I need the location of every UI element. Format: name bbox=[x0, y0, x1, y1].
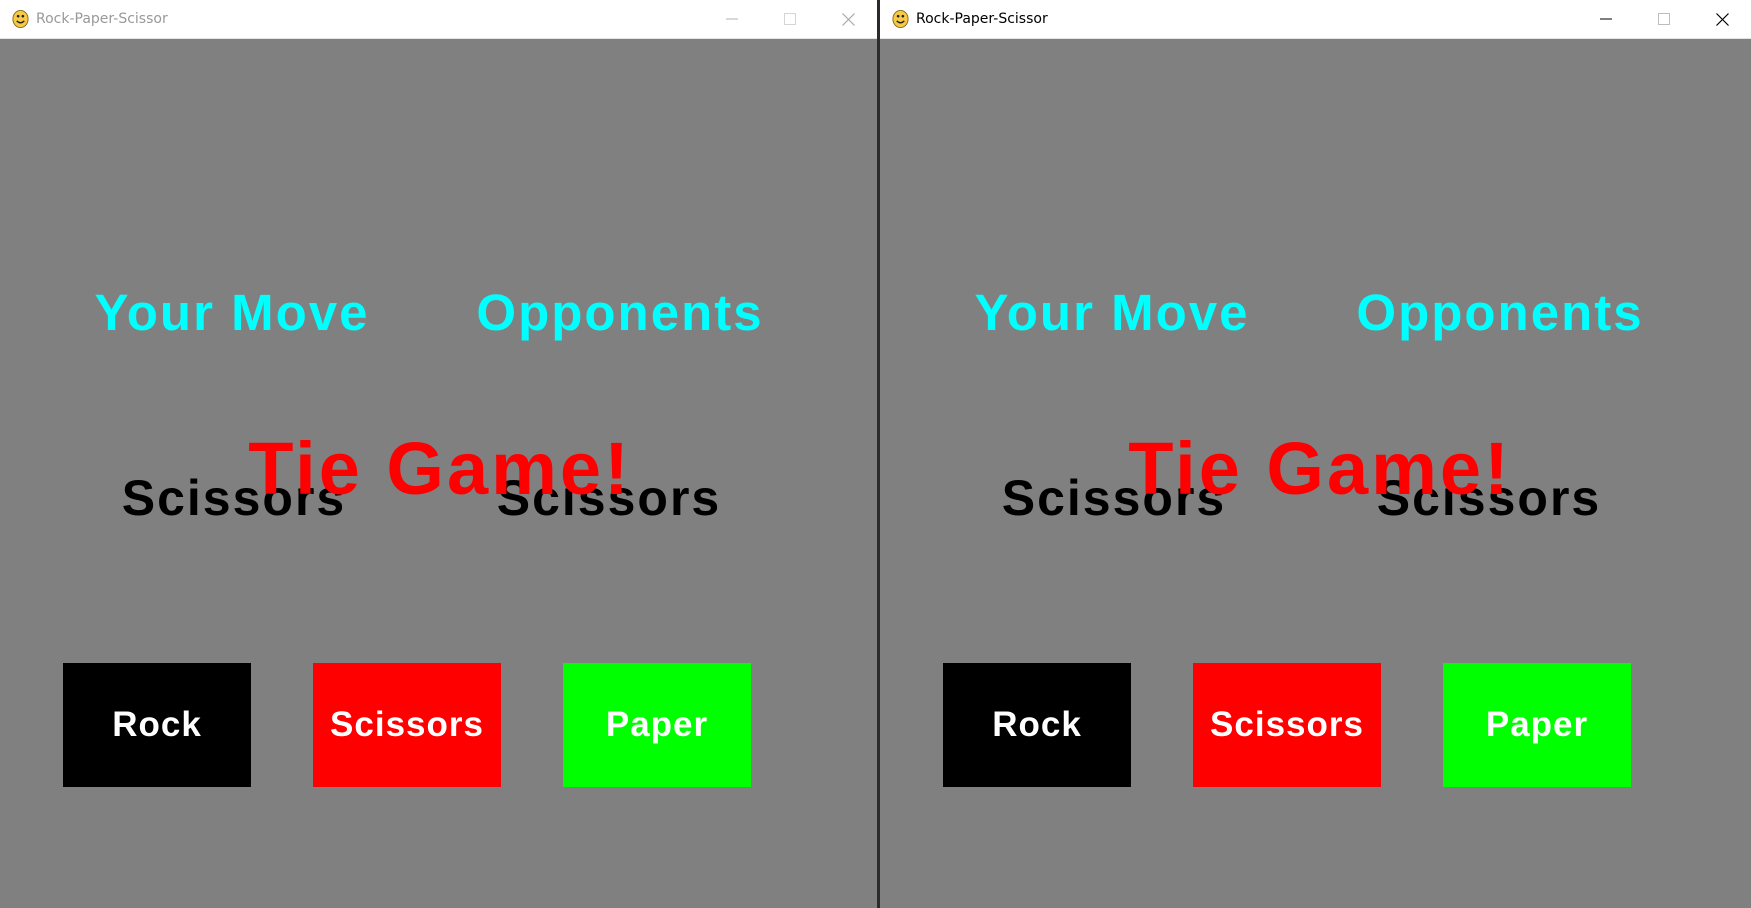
minimize-button[interactable] bbox=[1577, 0, 1635, 38]
maximize-button[interactable] bbox=[1635, 0, 1693, 38]
your-move-heading: Your Move bbox=[974, 284, 1250, 341]
result-text: Tie Game! bbox=[1128, 427, 1512, 510]
python-snake-icon bbox=[12, 9, 29, 29]
game-canvas: Your Move Opponents Scissors Scissors Ti… bbox=[880, 39, 1751, 908]
game-window-left: Rock-Paper-Scissor Your Move Opponents S… bbox=[0, 0, 877, 908]
window-title: Rock-Paper-Scissor bbox=[916, 11, 1048, 27]
maximize-icon bbox=[784, 13, 796, 25]
paper-button[interactable]: Paper bbox=[1443, 663, 1631, 787]
your-move-heading: Your Move bbox=[94, 284, 370, 341]
minimize-button[interactable] bbox=[703, 0, 761, 38]
minimize-icon bbox=[726, 18, 738, 20]
close-button[interactable] bbox=[1693, 0, 1751, 38]
maximize-button[interactable] bbox=[761, 0, 819, 38]
close-icon bbox=[1715, 12, 1729, 26]
result-text: Tie Game! bbox=[248, 427, 632, 510]
scissors-button[interactable]: Scissors bbox=[1193, 663, 1381, 787]
game-canvas: Your Move Opponents Scissors Scissors Ti… bbox=[0, 39, 877, 908]
rock-button[interactable]: Rock bbox=[63, 663, 251, 787]
close-icon bbox=[841, 12, 855, 26]
minimize-icon bbox=[1600, 18, 1612, 20]
game-window-right: Rock-Paper-Scissor Your Move Opponents S… bbox=[880, 0, 1751, 908]
close-button[interactable] bbox=[819, 0, 877, 38]
maximize-icon bbox=[1658, 13, 1670, 25]
rock-button[interactable]: Rock bbox=[943, 663, 1131, 787]
opponents-heading: Opponents bbox=[476, 284, 764, 341]
paper-button[interactable]: Paper bbox=[563, 663, 751, 787]
title-bar[interactable]: Rock-Paper-Scissor bbox=[0, 0, 877, 39]
opponents-heading: Opponents bbox=[1356, 284, 1644, 341]
title-bar[interactable]: Rock-Paper-Scissor bbox=[880, 0, 1751, 39]
scissors-button[interactable]: Scissors bbox=[313, 663, 501, 787]
python-snake-icon bbox=[892, 9, 909, 29]
window-title: Rock-Paper-Scissor bbox=[36, 11, 168, 27]
